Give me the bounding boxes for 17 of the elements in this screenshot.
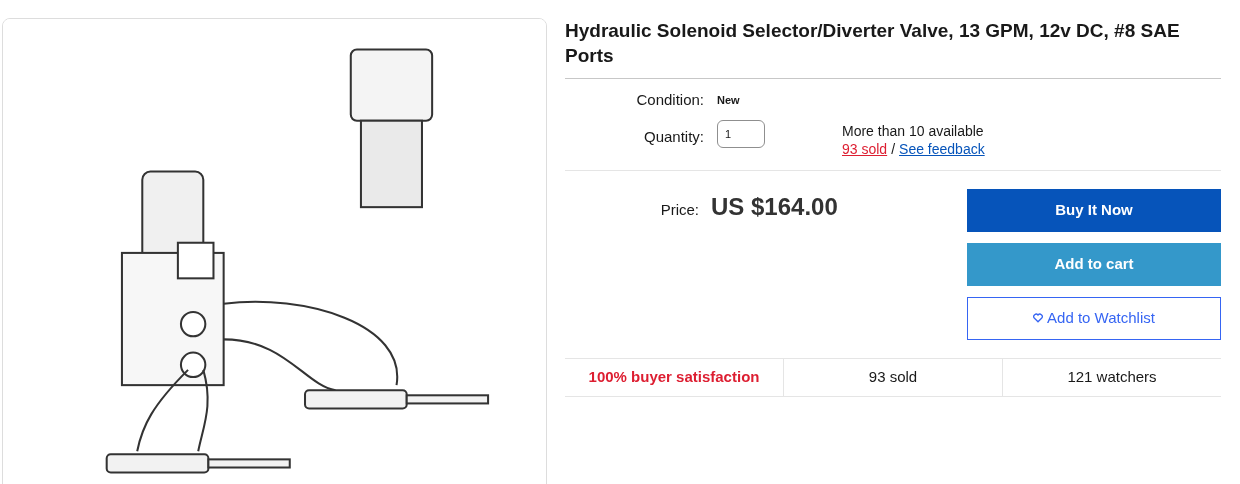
stat-cell-text: 100% buyer satisfaction <box>587 366 761 387</box>
quantity-label: Quantity: <box>642 126 704 147</box>
buy-button[interactable]: Buy It Now <box>967 188 1221 232</box>
heart-icon <box>1033 313 1044 323</box>
availability-text: More than 10 available <box>842 121 985 140</box>
price-value: US $164.00 <box>711 191 838 222</box>
separator-text: / <box>891 139 896 158</box>
quantity-field[interactable]: 1 <box>717 119 765 148</box>
sold-link[interactable]: 93 sold <box>842 139 888 158</box>
price-label: Price: <box>659 199 699 220</box>
condition-label: Condition: <box>635 90 704 110</box>
watchlist-button[interactable]: Add to Watchlist <box>967 296 1221 340</box>
product-title: Hydraulic Solenoid Selector/Diverter Valve, 13 GPM, 12v DC, #8 SAE Ports <box>565 18 1221 79</box>
feedback-link[interactable]: See feedback <box>899 139 985 158</box>
condition-value: New <box>717 93 740 108</box>
stat-cell: 93 sold <box>783 358 1002 396</box>
stat-cell: 121 watchers <box>1002 358 1221 396</box>
